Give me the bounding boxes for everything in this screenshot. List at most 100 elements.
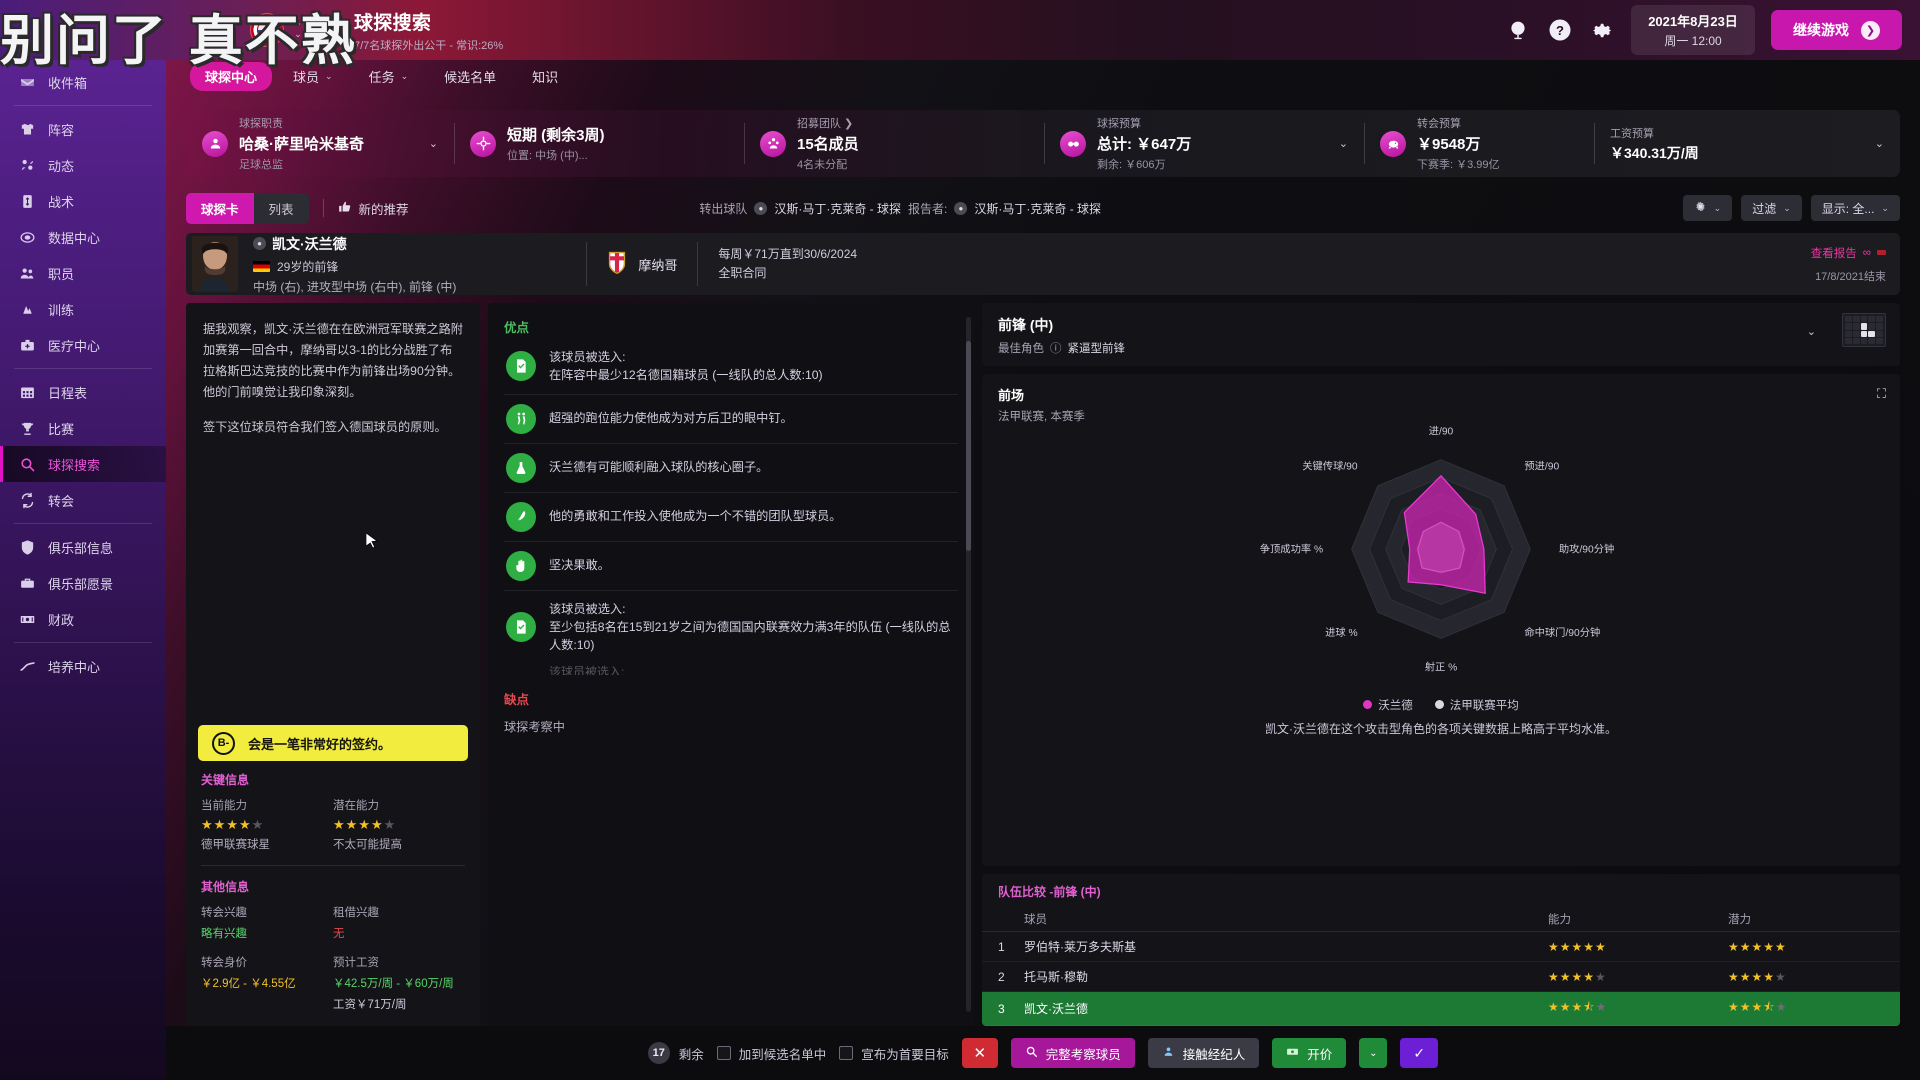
club-crest-icon[interactable] [250,13,284,47]
col-potential: 潜力 [1720,907,1900,932]
display-button[interactable]: 显示: 全... ⌄ [1810,195,1900,221]
radar-chart: 进/90 预进/90 助攻/90分钟命中球门/90分钟射正 % 进球 % 争顶成功率 %… [1260,426,1614,674]
continue-game-button[interactable]: 继续游戏 ❯ [1771,10,1902,50]
transfer-budget-cell[interactable]: 转会预算 ￥9548万 下赛季: ￥3.99亿 [1364,110,1594,177]
scouting-budget-cell[interactable]: 球探预算 总计: ￥647万 剩余: ￥606万 ⌄ [1044,110,1364,177]
loan-interest-label: 租借兴趣 [333,907,379,919]
document-check-icon [506,612,536,643]
tab-knowledge[interactable]: 知识 [517,62,573,91]
row-index: 3 [982,991,1016,1026]
player-name-row[interactable]: ● 凯文·沃兰德 [253,234,456,254]
declare-primary-target-checkbox[interactable]: 宣布为首要目标 [839,1044,949,1063]
scout-responsibility-cell[interactable]: 球探职责 哈桑·萨里哈米基奇 足球总监 ⌄ [186,110,454,177]
col-ability: 能力 [1540,907,1720,932]
table-row[interactable]: 2 托马斯·穆勒 ★★★★★ ★★★★★ [982,961,1900,992]
chevron-down-icon[interactable]: ⌄ [1849,137,1884,150]
chevron-down-icon[interactable]: ⌄ [1313,137,1348,150]
page-title-block: 球探搜索 7/7名球探外出公干 - 常识:26% [354,8,503,53]
sidebar-item-club-info[interactable]: 俱乐部信息 [0,529,166,565]
offer-options-button[interactable]: ⌄ [1359,1038,1388,1068]
help-icon[interactable]: ? [1547,17,1573,43]
expand-icon[interactable]: ⛶ [1877,386,1886,402]
page-title: 球探搜索 [354,12,432,34]
cell-sub: 下赛季: ￥3.99亿 [1417,159,1500,171]
sidebar-item-schedule[interactable]: 日程表 [0,374,166,410]
add-to-shortlist-checkbox[interactable]: 加到候选名单中 [716,1044,826,1063]
chevron-down-icon[interactable]: ⌄ [403,137,438,150]
sidebar: 收件箱 阵容 动态 战术 数据中心 职员 训练 医疗中心 日程表 比赛 球探搜索… [0,60,166,1080]
reporter-label: 报告者: [908,201,948,216]
tab-scouting-centre[interactable]: 球探中心 [190,61,273,91]
view-mode-list[interactable]: 列表 [254,193,309,224]
table-row[interactable]: 3 凯文·沃兰德 ★★★⯪★ ★★★⯪★ [982,991,1900,1026]
globe-icon[interactable] [1505,17,1531,43]
make-offer-button[interactable]: 开价 [1272,1038,1347,1068]
tab-shortlist[interactable]: 候选名单 [429,62,511,91]
sidebar-item-transfers[interactable]: 转会 [0,482,166,518]
sidebar-item-development[interactable]: 培养中心 [0,648,166,684]
tab-assignments[interactable]: 任务 ⌄ [354,62,424,91]
sidebar-divider [14,642,152,643]
strength-text: 他的勇敢和工作投入使他成为一个不错的团队型球员。 [549,509,842,524]
search-icon[interactable] [322,19,344,41]
view-mode-scoutcard[interactable]: 球探卡 [186,192,254,224]
tab-players[interactable]: 球员 ⌄ [278,62,348,91]
sidebar-item-finances[interactable]: 财政 [0,601,166,637]
new-recommendations-button[interactable]: 新的推荐 [338,199,409,218]
contact-agent-button[interactable]: 接触经纪人 [1147,1038,1260,1068]
sidebar-item-inbox[interactable]: 收件箱 [0,64,166,100]
from-club-value: 汉斯·马丁·克莱奇 - 球探 [774,201,902,216]
game-date[interactable]: 2021年8月23日 周一 12:00 [1631,5,1755,55]
cell-value: 短期 (剩余3周) [507,127,605,144]
best-role-value: 紧逼型前锋 [1067,343,1126,355]
sidebar-label: 俱乐部信息 [48,540,114,556]
toolbar-divider [322,199,324,217]
cell-label: 工资预算 [1610,127,1654,140]
filter-button[interactable]: 过滤 ⌄ [1741,195,1802,221]
settings-button[interactable]: ⌄ [1682,195,1733,221]
sidebar-item-dynamics[interactable]: 动态 [0,147,166,183]
strength-item: 该球员被选入: 在阵容中最少12名德国籍球员 (一线队的总人数:10) [504,339,958,395]
feather-icon [506,501,536,532]
full-scout-report-button[interactable]: 完整考察球员 [1010,1038,1135,1068]
strength-item: 沃兰德有可能顺利融入球队的核心圈子。 [504,444,958,493]
wage-line: 工资￥71万/周 [333,999,407,1011]
player-club[interactable]: 摩纳哥 [587,250,697,278]
current-ability-stars: ★ ★ ★ ★ ★ [201,817,264,832]
sidebar-item-staff[interactable]: 职员 [0,255,166,291]
sidebar-label: 球探搜索 [48,457,101,473]
cell-label: 球探职责 [239,118,283,130]
cell-label: 转会预算 [1417,118,1461,130]
radar-chart-card: 前场 法甲联赛, 本赛季 ⛶ 进/90 预进/90 助攻/90分钟 命中球门/90分钟… [982,374,1900,866]
sidebar-item-competitions[interactable]: 比赛 [0,410,166,446]
club-switch-icon[interactable]: ⌃ ⌄ [288,22,308,39]
table-row[interactable]: 1 罗伯特·莱万多夫斯基 ★★★★★ ★★★★★ [982,931,1900,962]
recruitment-team-cell[interactable]: 招募团队 ❯ 15名成员 4名未分配 [744,110,1044,177]
assignment-cell[interactable]: 短期 (剩余3周) 位置: 中场 (中)... [454,110,744,177]
arrow-right-icon: ❯ [1861,20,1880,40]
development-icon [17,656,37,676]
sidebar-label: 财政 [48,612,75,628]
cell-value: 15名成员 [797,136,859,153]
sidebar-item-medical[interactable]: 医疗中心 [0,327,166,363]
verdict-grade: B- [212,731,235,755]
sidebar-item-data-hub[interactable]: 数据中心 [0,219,166,255]
flag-germany-icon [253,260,270,272]
scrollbar-thumb[interactable] [966,341,971,551]
reject-button[interactable]: ✕ [961,1038,998,1068]
sidebar-item-tactics[interactable]: 战术 [0,183,166,219]
confirm-button[interactable]: ✓ [1400,1038,1439,1068]
view-report-link[interactable]: 查看报告 ∞ [1811,245,1886,261]
sidebar-item-squad[interactable]: 阵容 [0,111,166,147]
sidebar-item-scouting[interactable]: 球探搜索 [0,446,166,482]
chevron-down-icon: ⌄ [325,70,333,81]
filter-label: 过滤 [1752,201,1777,216]
expected-wage-block: 预计工资 ￥42.5万/周 - ￥60万/周 工资￥71万/周 [333,954,465,1012]
chevron-down-icon: ⌄ [1713,202,1722,213]
report-source-info: 转出球队 ● 汉斯·马丁·克莱奇 - 球探 报告者: ● 汉斯·马丁·克莱奇 -… [699,200,1101,217]
sidebar-item-training[interactable]: 训练 [0,291,166,327]
sidebar-item-club-vision[interactable]: 俱乐部愿景 [0,565,166,601]
wage-budget-cell[interactable]: 工资预算 ￥340.31万/周 ⌄ [1594,110,1900,177]
chevron-down-icon[interactable]: ⌄ [1807,325,1816,338]
gear-icon[interactable] [1589,17,1615,43]
